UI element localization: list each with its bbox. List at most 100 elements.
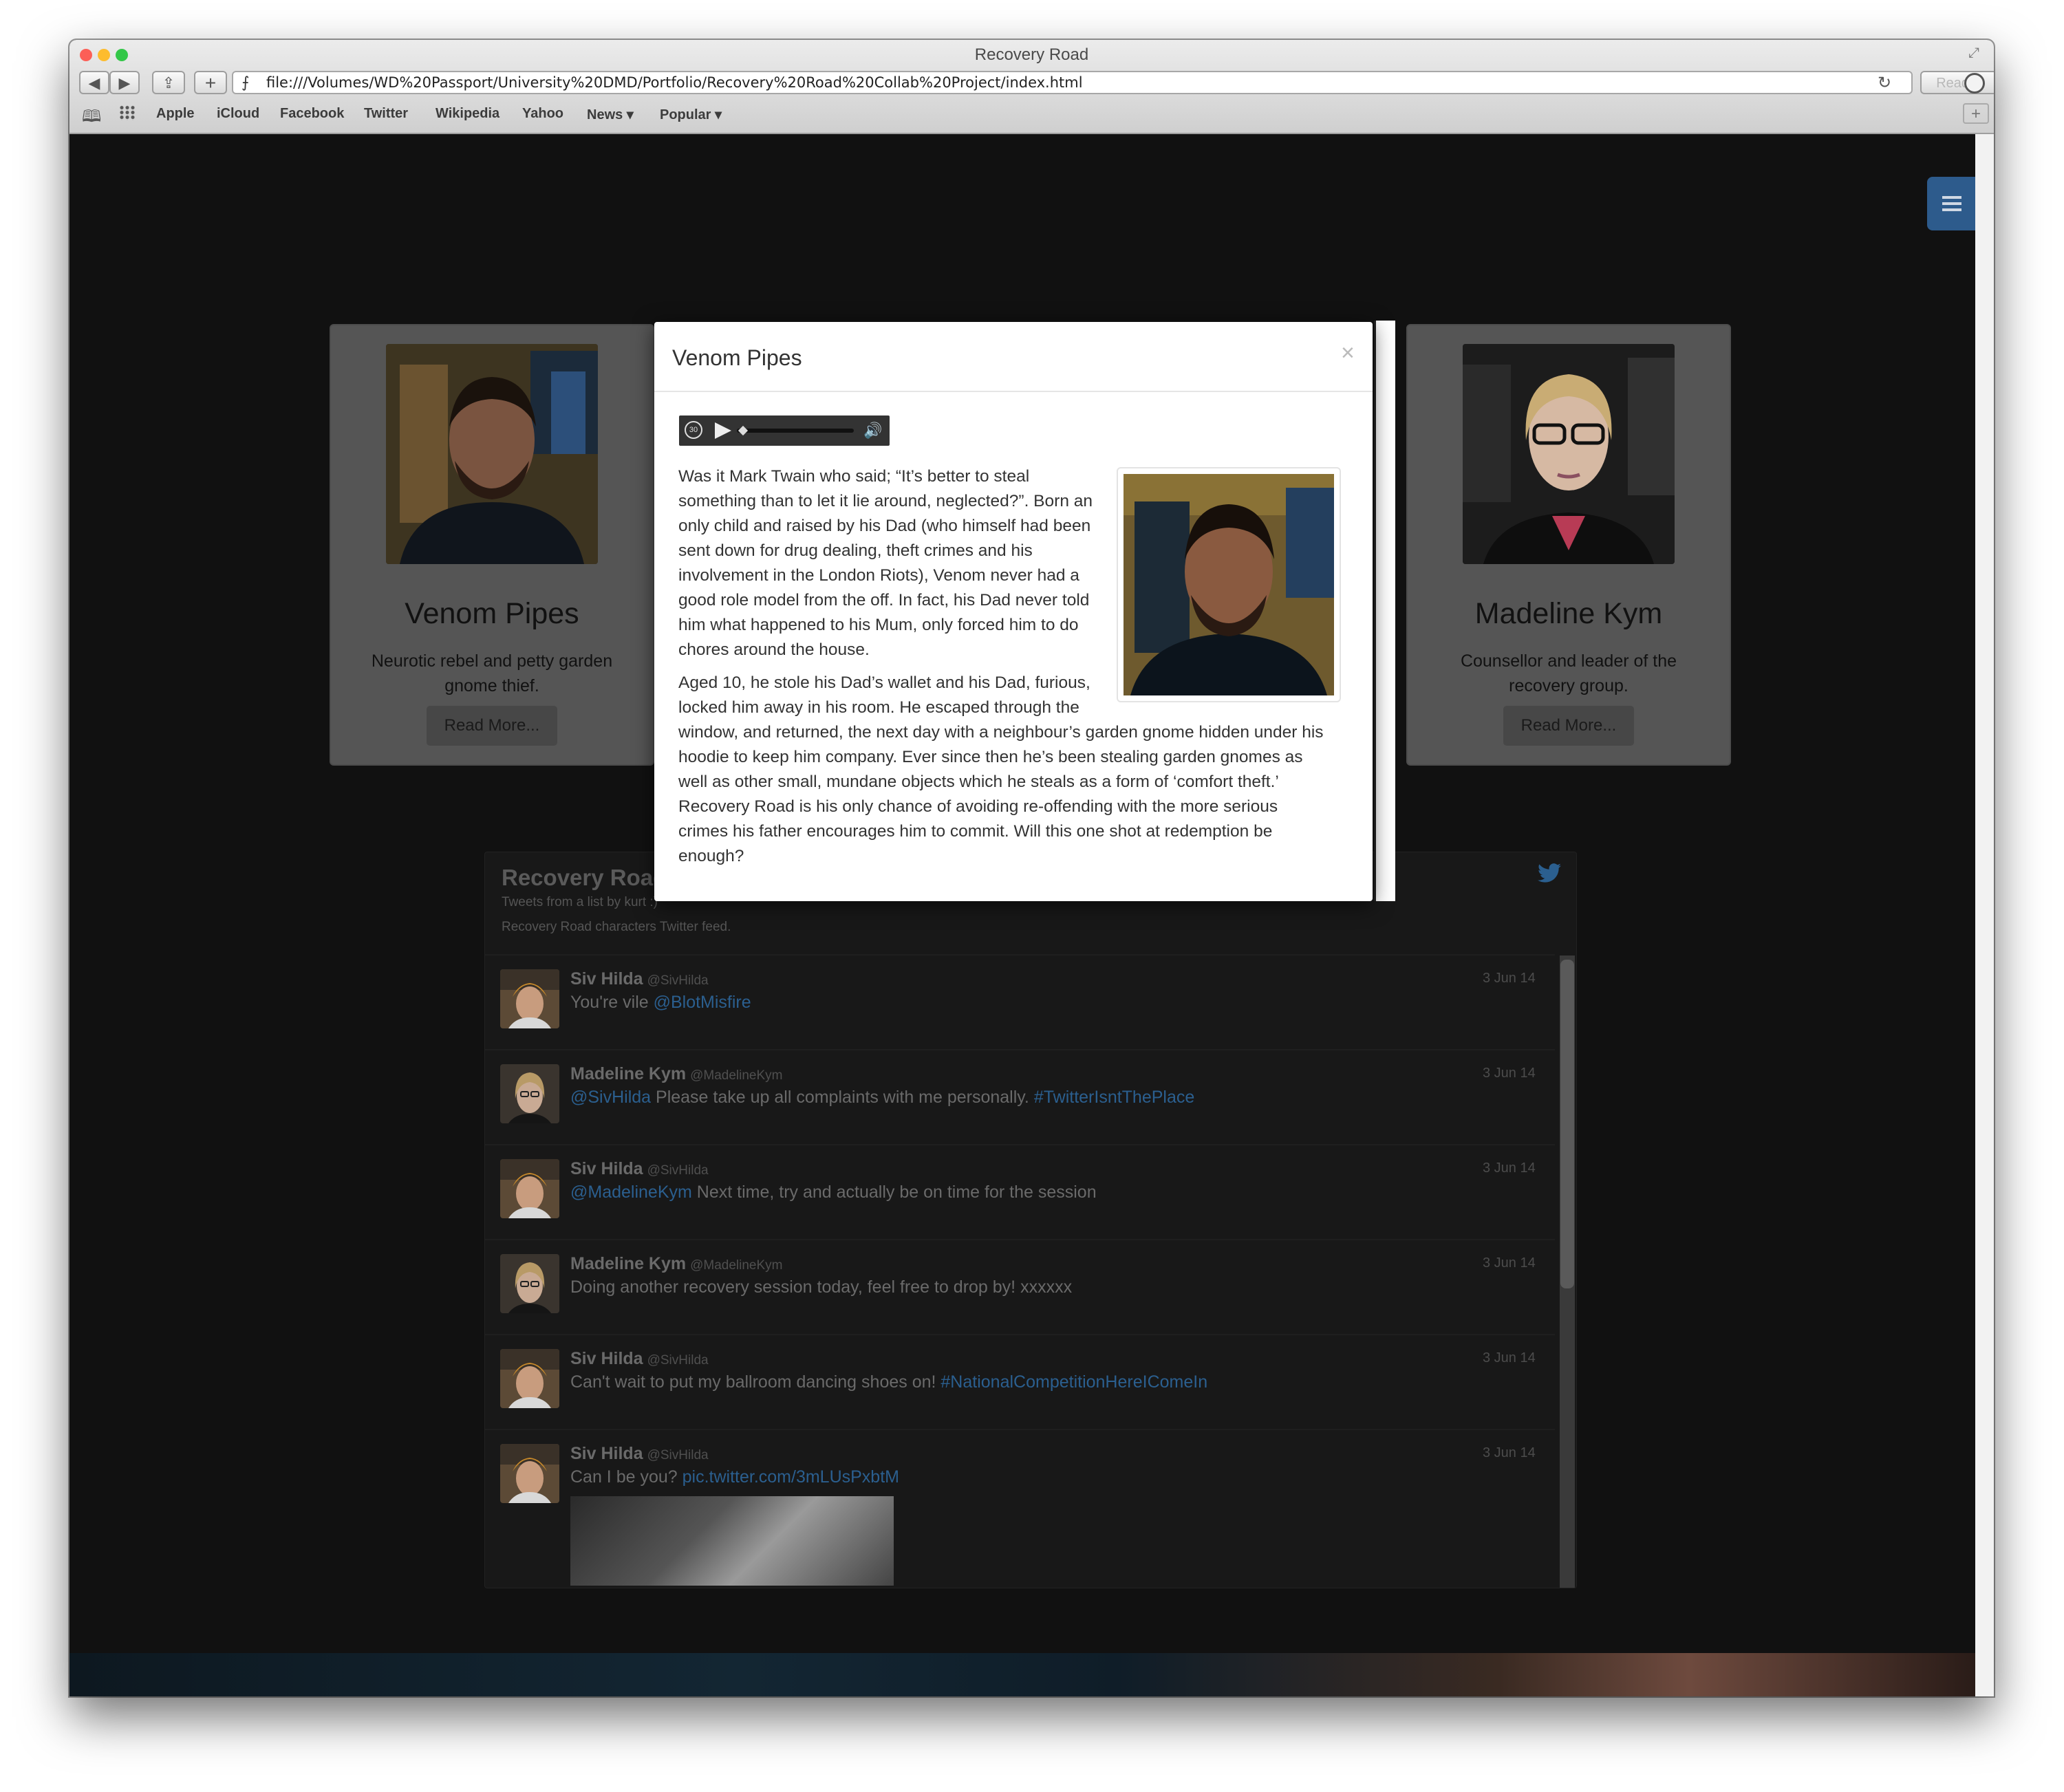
read-more-button[interactable]: Read More...: [1503, 706, 1634, 746]
tweet-author-handle[interactable]: @SivHilda: [647, 1163, 709, 1178]
page-content: Venom Pipes Neurotic rebel and petty gar…: [69, 134, 1975, 1696]
avatar[interactable]: [500, 1254, 559, 1313]
tweet-link[interactable]: @SivHilda: [570, 1088, 651, 1107]
reload-icon[interactable]: ↻: [1878, 73, 1891, 93]
bookmark-apple[interactable]: Apple: [156, 106, 195, 122]
timeline-title[interactable]: Recovery Road: [502, 865, 667, 891]
url-bar[interactable]: ⨍ file:///Volumes/WD%20Passport/Universi…: [232, 71, 1913, 94]
bookmark-facebook[interactable]: Facebook: [280, 106, 344, 122]
tweet-author-name[interactable]: Siv Hilda: [570, 1349, 643, 1368]
top-sites-icon[interactable]: [119, 105, 136, 120]
bio-line: sent down for drug dealing, theft crimes…: [678, 541, 1033, 560]
avatar[interactable]: [500, 1349, 559, 1408]
new-tab-button[interactable]: +: [194, 71, 227, 94]
bookmark-news[interactable]: News ▾: [587, 106, 634, 123]
avatar[interactable]: [500, 1159, 559, 1218]
tweet-item[interactable]: Siv Hilda @SivHilda 3 Jun 14 You're vile @B…: [485, 954, 1555, 1050]
fullscreen-icon[interactable]: ⤢: [1968, 45, 1979, 61]
twitter-timeline: Recovery Road Tweets from a list by kurt…: [484, 852, 1577, 1588]
character-card-madeline: Madeline Kym Counsellor and leader of th…: [1408, 325, 1730, 764]
close-icon[interactable]: ×: [1341, 340, 1355, 367]
tweet-author-name[interactable]: Siv Hilda: [570, 969, 643, 989]
tweet-item[interactable]: Siv Hilda @SivHilda 3 Jun 14 Can I be you? …: [485, 1429, 1555, 1586]
menu-button[interactable]: [1927, 177, 1975, 230]
tweet-list: Siv Hilda @SivHilda 3 Jun 14 You're vile @B…: [485, 954, 1555, 1587]
tweet-text: You're vile: [570, 993, 654, 1012]
tweet-item[interactable]: Madeline Kym @MadelineKym 3 Jun 14 Doing an…: [485, 1239, 1555, 1335]
card-name: Venom Pipes: [405, 597, 579, 630]
tweet-date[interactable]: 3 Jun 14: [1483, 1445, 1536, 1461]
tweet-date[interactable]: 3 Jun 14: [1483, 971, 1536, 986]
page-scrollbar[interactable]: [1975, 134, 1994, 1696]
bookmark-twitter[interactable]: Twitter: [364, 106, 408, 122]
tweet-author-handle[interactable]: @SivHilda: [647, 1448, 709, 1462]
share-button[interactable]: ⇪: [152, 71, 185, 94]
tweet-body: Can't wait to put my ballroom dancing sh…: [570, 1372, 1207, 1392]
browser-window: Recovery Road ⤢ ◀ ▶ ⇪ + ⨍ file:///Volume…: [69, 40, 1994, 1696]
timeline-description: Recovery Road characters Twitter feed.: [502, 920, 731, 934]
modal-bio-paragraph-2: Aged 10, he stole his Dad’s wallet and h…: [678, 671, 1359, 869]
avatar[interactable]: [500, 969, 559, 1028]
reading-list-icon[interactable]: 🕮: [82, 105, 101, 133]
tweet-author-handle[interactable]: @SivHilda: [647, 973, 709, 988]
forward-arrow-icon: ▶: [118, 74, 131, 91]
tweet-text: Please take up all complaints with me pe…: [651, 1088, 1034, 1107]
tweet-author-name[interactable]: Siv Hilda: [570, 1444, 643, 1463]
tweet-link[interactable]: @BlotMisfire: [654, 993, 751, 1012]
back-button[interactable]: ◀: [79, 71, 109, 94]
tweet-author-name[interactable]: Madeline Kym: [570, 1254, 686, 1273]
venom-portrait: [386, 344, 598, 564]
bookmark-popular[interactable]: Popular ▾: [660, 106, 722, 123]
twitter-bird-icon[interactable]: [1538, 863, 1561, 886]
audio-player[interactable]: 30 🔊: [679, 415, 890, 446]
madeline-portrait-image: [1463, 344, 1675, 564]
tweet-item[interactable]: Siv Hilda @SivHilda 3 Jun 14 @MadelineKym N…: [485, 1144, 1555, 1240]
tweet-date[interactable]: 3 Jun 14: [1483, 1350, 1536, 1366]
tweet-body: @MadelineKym Next time, try and actually…: [570, 1183, 1097, 1202]
tweet-author-name[interactable]: Madeline Kym: [570, 1064, 686, 1083]
browser-toolbar: Recovery Road ⤢ ◀ ▶ ⇪ + ⨍ file:///Volume…: [69, 40, 1994, 134]
venom-portrait-image: [386, 344, 598, 564]
tweet-link[interactable]: pic.twitter.com/3mLUsPxbtM: [682, 1467, 899, 1487]
tweet-date[interactable]: 3 Jun 14: [1483, 1161, 1536, 1176]
modal-divider: [654, 391, 1373, 392]
bookmark-wikipedia[interactable]: Wikipedia: [436, 106, 499, 122]
skip-back-icon[interactable]: 30: [685, 421, 702, 439]
window-title: Recovery Road: [974, 45, 1089, 64]
tweet-date[interactable]: 3 Jun 14: [1483, 1255, 1536, 1271]
bookmark-icloud[interactable]: iCloud: [217, 106, 259, 122]
tweet-author-handle[interactable]: @MadelineKym: [690, 1258, 782, 1273]
tweet-author-handle[interactable]: @MadelineKym: [690, 1068, 782, 1083]
tweet-item[interactable]: Siv Hilda @SivHilda 3 Jun 14 Can't wait to …: [485, 1334, 1555, 1429]
downloads-icon[interactable]: [1964, 73, 1985, 94]
volume-icon[interactable]: 🔊: [863, 422, 882, 440]
bio-line: something than to let it lie around, neg…: [678, 492, 1093, 510]
venom-photo-image: [1124, 474, 1334, 695]
bio-line: Was it Mark Twain who said; “It’s better…: [678, 467, 1030, 486]
character-modal: Venom Pipes × 30 🔊 Was it Mark Twain who…: [654, 322, 1373, 901]
audio-progress[interactable]: [737, 429, 854, 433]
tweet-author-name[interactable]: Siv Hilda: [570, 1159, 643, 1178]
avatar[interactable]: [500, 1064, 559, 1123]
audio-progress-handle[interactable]: [738, 425, 749, 436]
avatar[interactable]: [500, 1444, 559, 1503]
play-icon[interactable]: [715, 422, 731, 439]
tweet-link[interactable]: @MadelineKym: [570, 1183, 692, 1202]
tweet-body: Doing another recovery session today, fe…: [570, 1277, 1072, 1297]
tweet-author-handle[interactable]: @SivHilda: [647, 1353, 709, 1368]
tweet-hashtag[interactable]: #TwitterIsntThePlace: [1034, 1088, 1194, 1107]
read-more-button[interactable]: Read More...: [427, 706, 557, 746]
tweet-media-image[interactable]: [570, 1496, 894, 1586]
add-tab-icon[interactable]: +: [1963, 103, 1989, 124]
tweet-item[interactable]: Madeline Kym @MadelineKym 3 Jun 14 @SivHild…: [485, 1049, 1555, 1145]
tweet-date[interactable]: 3 Jun 14: [1483, 1066, 1536, 1081]
tweet-link[interactable]: #NationalCompetitionHereIComeIn: [940, 1372, 1207, 1392]
bio-line: locked him away in his room. He escaped …: [678, 698, 1079, 717]
timeline-scrollbar-thumb[interactable]: [1560, 960, 1574, 1288]
tweet-body: You're vile @BlotMisfire: [570, 993, 751, 1013]
url-text[interactable]: file:///Volumes/WD%20Passport/University…: [266, 74, 1083, 91]
modal-scrollbar[interactable]: [1374, 321, 1395, 901]
forward-button[interactable]: ▶: [109, 71, 140, 94]
hero-image-strip: [69, 1653, 1975, 1696]
bookmark-yahoo[interactable]: Yahoo: [522, 106, 563, 122]
